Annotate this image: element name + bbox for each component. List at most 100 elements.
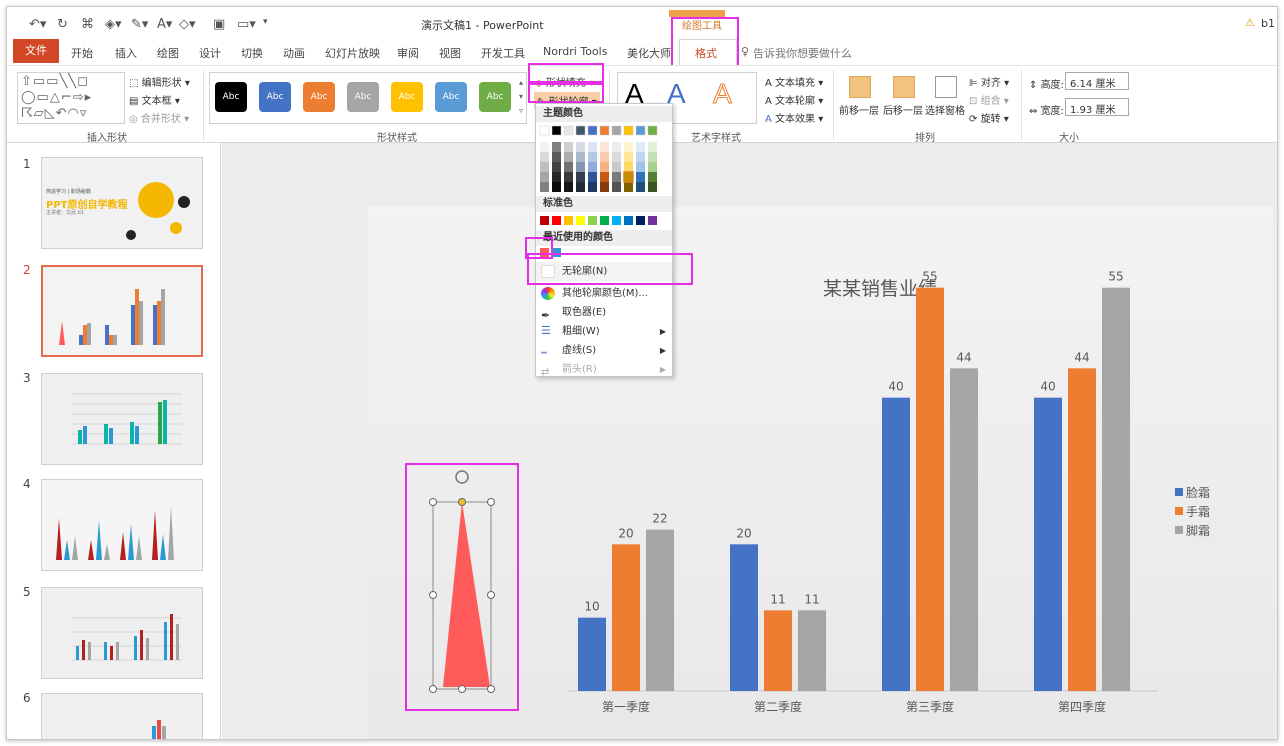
tab-draw[interactable]: 绘图 — [157, 45, 179, 61]
theme-color-swatch — [599, 125, 610, 136]
separator — [833, 70, 834, 140]
shape-style-blue[interactable]: Abc — [259, 82, 291, 112]
shape-style-gold[interactable]: Abc — [391, 82, 423, 112]
tab-view[interactable]: 视图 — [439, 45, 461, 61]
bring-forward-icon[interactable] — [849, 76, 871, 98]
submenu-arrow-icon: ▶ — [659, 327, 666, 336]
legend-label: 脸霜 — [1186, 486, 1210, 500]
legend-swatch — [1175, 507, 1183, 515]
category-label: 第二季度 — [754, 699, 802, 714]
tab-slideshow[interactable]: 幻灯片放映 — [325, 45, 380, 61]
slide1-author: 主讲者：文武 b1 — [46, 210, 84, 216]
more-colors-item[interactable]: 其他轮廓颜色(M)... — [536, 284, 672, 303]
format-painter-icon[interactable]: ⌘ — [81, 17, 94, 32]
theme-shade-swatch — [636, 152, 645, 162]
text-effects-button[interactable]: A 文本效果 ▾ — [765, 110, 823, 125]
slide2-mini-chart — [59, 289, 165, 345]
tab-transitions[interactable]: 切换 — [241, 45, 263, 61]
highlight-no-outline — [527, 253, 693, 285]
shape-fill-icon[interactable]: ◈▾ — [105, 17, 122, 32]
group-label-wordart: 艺术字样式 — [691, 133, 741, 144]
weight-item[interactable]: ☰ 粗细(W) ▶ — [536, 322, 672, 341]
slide-thumbnail-5[interactable] — [41, 587, 203, 679]
sales-chart: 某某销售业绩102022第一季度2011 11第二季度405544第三季度4044… — [405, 270, 1210, 714]
send-backward-button[interactable]: 后移一层 — [883, 102, 923, 117]
recent-colors-header: 最近使用的颜色 — [536, 230, 672, 246]
theme-shade-swatch — [600, 162, 609, 172]
height-input[interactable]: 6.14 厘米 — [1065, 72, 1129, 90]
slide1-circle — [138, 182, 174, 218]
slide-thumbnail-4[interactable] — [41, 479, 203, 571]
shape-style-orange[interactable]: Abc — [303, 82, 335, 112]
send-backward-icon[interactable] — [893, 76, 915, 98]
theme-color-swatch — [647, 125, 658, 136]
dashes-icon: ┅ — [541, 348, 548, 359]
customize-qat-icon[interactable]: ▾ — [263, 17, 268, 27]
data-label: 20 — [736, 526, 751, 540]
bar-脸霜 — [578, 617, 606, 691]
tell-me-box[interactable]: 告诉我你想要做什么 — [753, 45, 852, 61]
current-slide[interactable]: 某某销售业绩 10 20 22 第一季度 20 11 11 第二季度 40 55 44 第三季度 40 44… — [368, 207, 1273, 739]
group-button[interactable]: ⊡ 组合 ▾ — [969, 92, 1009, 107]
pen-icon[interactable]: ✎▾ — [131, 17, 148, 32]
theme-color-grid[interactable] — [536, 124, 672, 194]
standard-color-swatch — [588, 216, 597, 225]
theme-shade-swatch — [552, 162, 561, 172]
shape-gallery[interactable]: ⇧▭▭╲╲◻ ◯▭△⌐⇨▸ ☈▱◺↶◠▿ — [17, 72, 125, 124]
slide1-dot — [170, 222, 182, 234]
data-label: 44 — [1074, 350, 1089, 364]
bar-脚霜 — [1102, 287, 1130, 691]
tab-animations[interactable]: 动画 — [283, 45, 305, 61]
merge-shapes-button[interactable]: ◎ 合并形状 ▾ — [129, 110, 189, 125]
text-box-button[interactable]: ▤ 文本框 ▾ — [129, 92, 180, 107]
tab-beautify[interactable]: 美化大师 — [627, 45, 671, 61]
shape-style-black[interactable]: Abc — [215, 82, 247, 112]
theme-shade-swatch — [636, 162, 645, 172]
tab-home[interactable]: 开始 — [71, 45, 93, 61]
selection-pane-icon[interactable] — [935, 76, 957, 98]
eyedropper-item[interactable]: ✒ 取色器(E) — [536, 303, 672, 322]
gallery-scroll[interactable]: ▴ ▾ ▿ — [519, 76, 523, 118]
theme-shade-swatch — [576, 162, 585, 172]
rotate-button[interactable]: ⟳ 旋转 ▾ — [969, 110, 1009, 125]
slide-number: 1 — [23, 157, 31, 171]
theme-shade-swatch — [612, 142, 621, 152]
slide-thumbnail-6[interactable] — [41, 693, 203, 739]
tab-design[interactable]: 设计 — [199, 45, 221, 61]
tab-review[interactable]: 审阅 — [397, 45, 419, 61]
open-folder-icon[interactable]: ▭▾ — [237, 17, 256, 32]
align-button[interactable]: ⊫ 对齐 ▾ — [969, 74, 1009, 89]
slide-thumbnail-2[interactable] — [41, 265, 203, 357]
slide-thumbnail-1[interactable]: 简说学习 | 职场秘籍 PPT原创自学教程 主讲者：文武 b1 — [41, 157, 203, 249]
theme-color-swatch — [539, 125, 550, 136]
warning-icon[interactable]: ⚠ — [1245, 16, 1255, 29]
dashes-item[interactable]: ┅ 虚线(S) ▶ — [536, 341, 672, 360]
resize-handle — [429, 591, 437, 599]
bring-forward-button[interactable]: 前移一层 — [839, 102, 879, 117]
font-color-icon[interactable]: A▾ — [157, 17, 172, 32]
highlight-shape-outline — [528, 83, 604, 103]
eyedropper-icon: ✒ — [541, 309, 551, 322]
user-name[interactable]: b1 — [1261, 17, 1275, 30]
tab-developer[interactable]: 开发工具 — [481, 45, 525, 61]
selection-pane-button[interactable]: 选择窗格 — [925, 102, 965, 117]
wordart-style-outline[interactable]: A — [713, 78, 733, 110]
width-input[interactable]: 1.93 厘米 — [1065, 98, 1129, 116]
arrows-item[interactable]: ⇄ 箭头(R) ▶ — [536, 360, 672, 379]
save-icon[interactable]: ▣ — [213, 17, 225, 32]
redo-icon[interactable]: ↻ — [57, 17, 68, 32]
shape-icon[interactable]: ◇▾ — [179, 17, 196, 32]
text-outline-button[interactable]: A 文本轮廓 ▾ — [765, 92, 823, 107]
slide-thumbnail-3[interactable] — [41, 373, 203, 465]
theme-color-swatch — [611, 125, 622, 136]
text-fill-button[interactable]: A 文本填充 ▾ — [765, 74, 823, 89]
theme-shade-swatch — [552, 172, 561, 182]
undo-icon[interactable]: ↶▾ — [29, 17, 46, 32]
shape-style-gray[interactable]: Abc — [347, 82, 379, 112]
standard-color-row[interactable] — [536, 214, 672, 228]
shape-style-green[interactable]: Abc — [479, 82, 511, 112]
shape-style-lightblue[interactable]: Abc — [435, 82, 467, 112]
tab-insert[interactable]: 插入 — [115, 45, 137, 61]
edit-shape-button[interactable]: ⬚ 编辑形状 ▾ — [129, 74, 190, 89]
tab-nordri-tools[interactable]: Nordri Tools — [543, 45, 607, 58]
